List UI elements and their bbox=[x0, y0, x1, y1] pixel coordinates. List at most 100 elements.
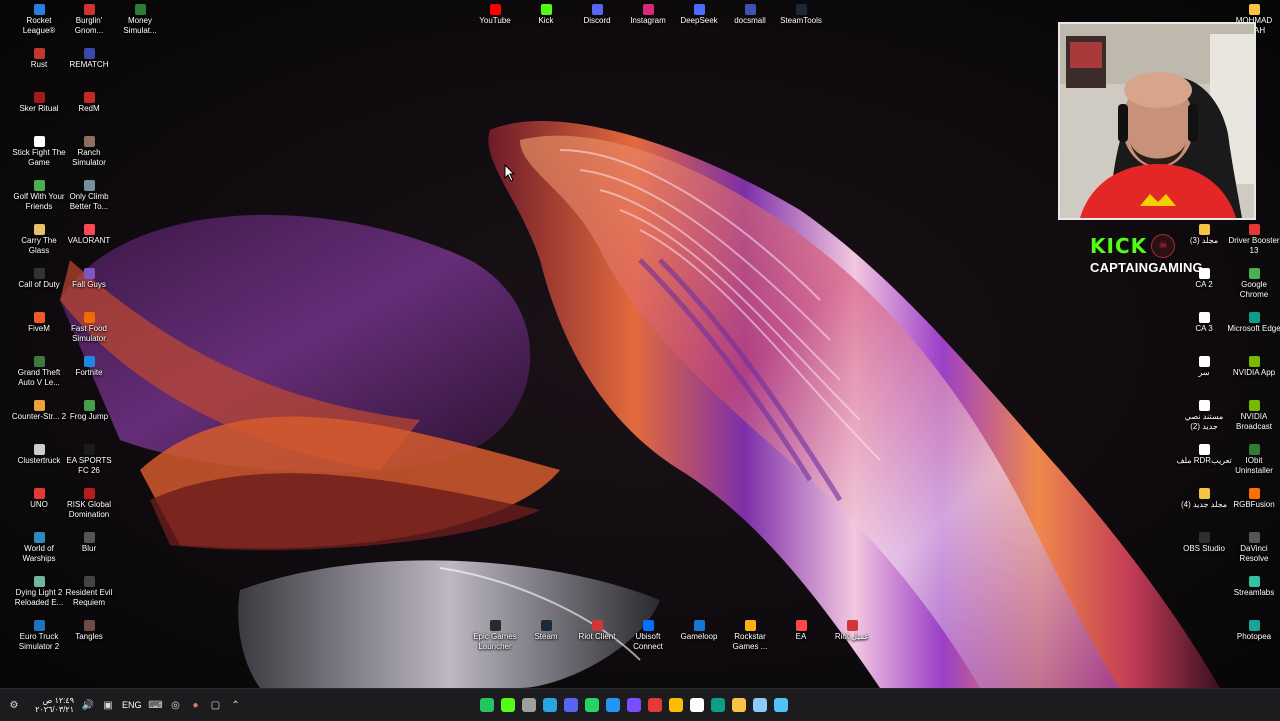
desktop-shortcut[interactable]: Sker Ritual bbox=[11, 92, 67, 114]
clock[interactable]: ١٢:٤٩ ص ٢٠٢٦/٠٣/٢١ bbox=[28, 696, 74, 714]
shortcut-label: Dying Light 2 Reloaded E... bbox=[14, 588, 64, 607]
desktop-shortcut[interactable]: Photopea bbox=[1226, 620, 1280, 642]
microphone-icon[interactable]: ● bbox=[190, 699, 202, 711]
desktop-shortcut[interactable]: مجلد جديد (4) bbox=[1176, 488, 1232, 510]
desktop-shortcut[interactable]: Euro Truck Simulator 2 bbox=[11, 620, 67, 652]
file-explorer-icon[interactable] bbox=[732, 698, 746, 712]
desktop-shortcut[interactable]: Fortnite bbox=[61, 356, 117, 378]
desktop-shortcut[interactable]: OBS Studio bbox=[1176, 532, 1232, 554]
desktop-shortcut[interactable]: Ranch Simulator bbox=[61, 136, 117, 168]
settings-gear-icon[interactable]: ⚙ bbox=[8, 699, 20, 711]
desktop-shortcut[interactable]: Stick Fight The Game bbox=[11, 136, 67, 168]
streamer-webcam-image bbox=[1060, 24, 1254, 218]
desktop-shortcut[interactable]: Counter-Str... 2 bbox=[11, 400, 67, 422]
desktop-shortcut[interactable]: Instagram bbox=[620, 4, 676, 26]
world-of-warships-icon bbox=[33, 532, 45, 543]
youtube-icon bbox=[489, 4, 501, 15]
shortcut-label: Microsoft Edge bbox=[1227, 324, 1280, 333]
settings-icon[interactable] bbox=[522, 698, 536, 712]
desktop-shortcut[interactable]: Microsoft Edge bbox=[1226, 312, 1280, 334]
shield-icon[interactable] bbox=[606, 698, 620, 712]
desktop-shortcut[interactable]: DaVinci Resolve bbox=[1226, 532, 1280, 564]
capcut-icon[interactable] bbox=[627, 698, 641, 712]
burglin-gnomes-icon bbox=[83, 4, 95, 15]
desktop-shortcut[interactable]: Grand Theft Auto V Le... bbox=[11, 356, 67, 388]
desktop-shortcut[interactable]: Ubisoft Connect bbox=[620, 620, 676, 652]
chevron-up-icon[interactable]: ⌃ bbox=[230, 699, 242, 711]
golf-icon bbox=[33, 180, 45, 191]
discord-icon[interactable] bbox=[564, 698, 578, 712]
desktop-shortcut[interactable]: Only Climb Better To... bbox=[61, 180, 117, 212]
steamtools-icon bbox=[795, 4, 807, 15]
desktop-shortcut[interactable]: SteamTools bbox=[773, 4, 829, 26]
rust-icon bbox=[33, 48, 45, 59]
desktop-shortcut[interactable]: Google Chrome bbox=[1226, 268, 1280, 300]
desktop-shortcut[interactable]: سر bbox=[1176, 356, 1232, 378]
network-icon[interactable]: ▣ bbox=[102, 699, 114, 711]
desktop-shortcut[interactable]: Epic Games Launcher bbox=[467, 620, 523, 652]
desktop-shortcut[interactable]: Golf With Your Friends bbox=[11, 180, 67, 212]
desktop-shortcut[interactable]: CA 3 bbox=[1176, 312, 1232, 334]
desktop-shortcut[interactable]: Money Simulat... bbox=[112, 4, 168, 36]
desktop-shortcut[interactable]: NVIDIA Broadcast bbox=[1226, 400, 1280, 432]
notepad-icon[interactable] bbox=[753, 698, 767, 712]
desktop-shortcut[interactable]: IObit Uninstaller bbox=[1226, 444, 1280, 476]
language-indicator[interactable]: ENG bbox=[122, 700, 142, 710]
desktop-shortcut[interactable]: Carry The Glass bbox=[11, 224, 67, 256]
desktop-shortcut[interactable]: UNO bbox=[11, 488, 67, 510]
desktop-shortcut[interactable]: Dying Light 2 Reloaded E... bbox=[11, 576, 67, 608]
shortcut-label: Driver Booster 13 bbox=[1228, 236, 1280, 255]
desktop-shortcut[interactable]: VALORANT bbox=[61, 224, 117, 246]
store-icon[interactable] bbox=[690, 698, 704, 712]
desktop-shortcut[interactable]: REMATCH bbox=[61, 48, 117, 70]
desktop-shortcut[interactable]: docsmall bbox=[722, 4, 778, 26]
desktop-shortcut[interactable]: Rockstar Games ... bbox=[722, 620, 778, 652]
desktop-shortcut[interactable]: Frog Jump bbox=[61, 400, 117, 422]
desktop-shortcut[interactable]: RISK Global Domination bbox=[61, 488, 117, 520]
desktop-shortcut[interactable]: Resident Evil Requiem bbox=[61, 576, 117, 608]
desktop-shortcut[interactable]: FiveM bbox=[11, 312, 67, 334]
desktop-shortcut[interactable]: Call of Duty bbox=[11, 268, 67, 290]
desktop-shortcut[interactable]: YouTube bbox=[467, 4, 523, 26]
telegram-icon[interactable] bbox=[543, 698, 557, 712]
desktop-shortcut[interactable]: Riot Client bbox=[569, 620, 625, 642]
desktop-shortcut[interactable]: Rust bbox=[11, 48, 67, 70]
desktop-shortcut[interactable]: Burglin' Gnom... bbox=[61, 4, 117, 36]
edge-icon[interactable] bbox=[711, 698, 725, 712]
copilot-icon[interactable]: ◎ bbox=[170, 699, 182, 711]
desktop-shortcut[interactable]: DeepSeek bbox=[671, 4, 727, 26]
chrome-icon[interactable] bbox=[669, 698, 683, 712]
desktop-shortcut[interactable]: Blur bbox=[61, 532, 117, 554]
desktop-shortcut[interactable]: Gameloop bbox=[671, 620, 727, 642]
desktop-shortcut[interactable]: Riot عميل bbox=[824, 620, 880, 642]
desktop-shortcut[interactable]: Fast Food Simulator bbox=[61, 312, 117, 344]
file-icon bbox=[1198, 444, 1210, 455]
desktop-shortcut[interactable]: Streamlabs bbox=[1226, 576, 1280, 598]
kick-icon[interactable] bbox=[501, 698, 515, 712]
shortcut-label: ملف RDRتعريب bbox=[1176, 456, 1232, 465]
desktop-shortcut[interactable]: مستند نصي جديد (2) bbox=[1176, 400, 1232, 432]
keyboard-icon[interactable]: ⌨ bbox=[148, 699, 162, 711]
fall-guys-icon bbox=[83, 268, 95, 279]
capture-icon[interactable]: ▢ bbox=[210, 699, 222, 711]
desktop-shortcut[interactable]: Tangles bbox=[61, 620, 117, 642]
desktop-shortcut[interactable]: Clustertruck bbox=[11, 444, 67, 466]
desktop-shortcut[interactable]: Kick bbox=[518, 4, 574, 26]
desktop-shortcut[interactable]: Discord bbox=[569, 4, 625, 26]
play-icon[interactable] bbox=[480, 698, 494, 712]
volume-icon[interactable]: 🔊 bbox=[82, 699, 94, 711]
windows-start-icon[interactable] bbox=[774, 698, 788, 712]
desktop-shortcut[interactable]: RGBFusion bbox=[1226, 488, 1280, 510]
desktop-shortcut[interactable]: Driver Booster 13 bbox=[1226, 224, 1280, 256]
desktop-shortcut[interactable]: EA SPORTS FC 26 bbox=[61, 444, 117, 476]
desktop-shortcut[interactable]: Steam bbox=[518, 620, 574, 642]
desktop-shortcut[interactable]: Fall Guys bbox=[61, 268, 117, 290]
whatsapp-icon[interactable] bbox=[585, 698, 599, 712]
desktop-shortcut[interactable]: RedM bbox=[61, 92, 117, 114]
desktop-shortcut[interactable]: EA bbox=[773, 620, 829, 642]
desktop-shortcut[interactable]: Rocket League® bbox=[11, 4, 67, 36]
desktop-shortcut[interactable]: NVIDIA App bbox=[1226, 356, 1280, 378]
desktop-shortcut[interactable]: ملف RDRتعريب bbox=[1176, 444, 1232, 466]
desktop-shortcut[interactable]: World of Warships bbox=[11, 532, 67, 564]
record-icon[interactable] bbox=[648, 698, 662, 712]
